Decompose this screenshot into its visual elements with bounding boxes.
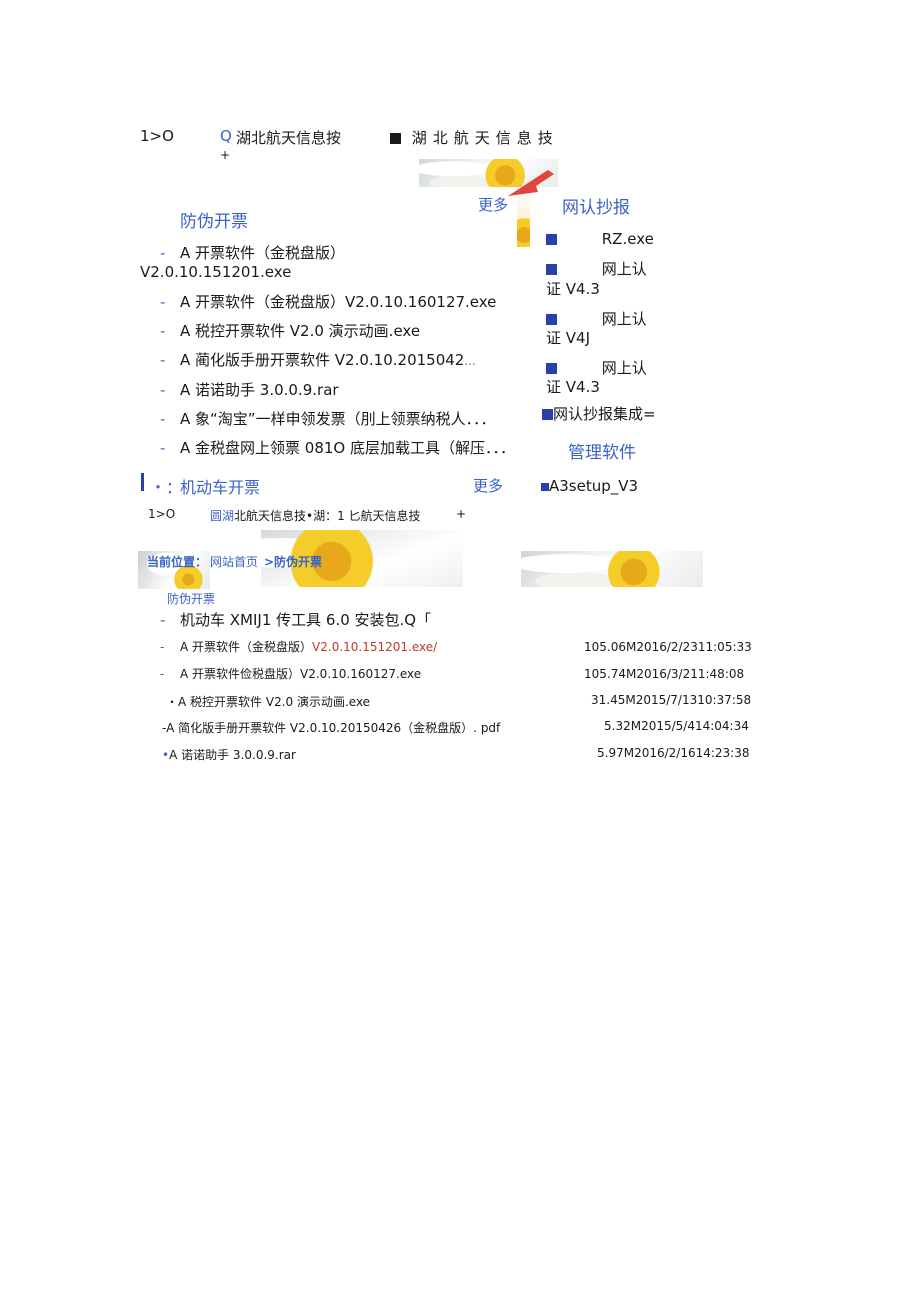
sidebar-item-line2[interactable]: 证 V4.3 [546,376,600,397]
list-item[interactable]: -A 税控开票软件 V2.0 演示动画.exe [160,320,420,341]
list-item[interactable]: -A 金税盘网上领票 081O 底层加载工具（解压．．． [160,437,515,458]
square-bullet-icon [546,234,557,245]
square-bullet-icon [546,314,557,325]
sidebar-item-line2[interactable]: 证 V4.3 [546,278,600,299]
file-meta: 5.97M2016/2/1614:23:38 [597,746,750,760]
file-row[interactable]: ・A 税控开票软件 V2.0 演示动画.exe [166,693,370,710]
section-marker [141,473,144,491]
breadcrumb-code: 1>O [148,507,176,521]
list-item[interactable]: -A 开票软件（金税盘版）V2.0.10.160127.exe [160,291,496,312]
file-row[interactable]: -A 简化版手册开票软件 V2.0.10.20150426（金税盘版）. pdf [162,719,500,736]
file-row[interactable]: -A 开票软件俭税盘版）V2.0.10.160127.exe [160,665,421,682]
list-item[interactable]: -A 开票软件（金税盘版） [160,242,345,263]
file-meta: 105.06M2016/2/2311:05:33 [584,640,752,654]
header-title-small: 湖北航天信息按 [236,129,342,147]
file-meta: 105.74M2016/3/211:48:08 [584,667,745,681]
list-item[interactable]: -A 象“淘宝”一样申领发票（刖上领票纳税人．．． [160,408,496,429]
square-bullet-icon [542,409,553,420]
sidebar-collection-item[interactable]: 网认抄报集成= [542,403,656,424]
more-link[interactable]: 更多 [473,475,503,496]
search-icon[interactable]: Q [220,127,232,145]
section-title-jidongche: 机动车开票 [180,478,261,497]
sidebar-item[interactable]: 网上认 [546,258,647,279]
location-current: >防伪开票 [264,555,323,569]
section2-prefix: ・： [150,478,183,497]
sidebar-item[interactable]: 网上认 [546,308,647,329]
more-link[interactable]: 更多 [478,194,508,215]
sidebar-item[interactable]: RZ.exe [546,230,654,248]
header-title-spaced: 湖北航天信息技 [390,127,559,148]
flower-banner-image [521,551,703,587]
header-plus: + [220,148,231,162]
file-row[interactable]: -A 开票软件（金税盘版）V2.0.10.151201.exe/ [160,638,437,655]
file-meta: 31.45M2015/7/1310:37:58 [591,693,752,707]
sidebar-item-line2[interactable]: 证 V4J [546,327,590,348]
section-title-fangwei: 防伪开票 [180,212,248,232]
square-bullet-icon [546,363,557,374]
breadcrumb-text: 圆湖北航天信息技•湖：1 匕航天信息技 [210,509,421,523]
location-home-link[interactable]: 网站首页 [210,553,258,570]
location-sub: 防伪开票 [167,592,216,606]
header-code: 1>O [140,127,174,145]
sidebar-title: 网认抄报 [562,198,630,218]
manage-software-item[interactable]: A3setup_V3 [541,477,638,495]
list-item[interactable]: -A 诺诺助手 3.0.0.9.rar [160,379,339,400]
file-row[interactable]: •A 诺诺助手 3.0.0.9.rar [162,746,296,763]
red-arrow-icon [508,170,554,196]
list-item[interactable]: -A 蔺化版手册开票软件 V2.0.10.2015042... [160,349,476,370]
file-meta: 5.32M2015/5/414:04:34 [604,719,749,733]
breadcrumb-plus: + [456,507,467,521]
square-bullet-icon [541,482,549,491]
header-title-spaced-text: 湖北航天信息技 [411,129,559,147]
square-bullet-icon [390,133,401,144]
square-bullet-icon [546,264,557,275]
sidebar-item[interactable]: 网上认 [546,357,647,378]
manage-software-title: 管理软件 [568,443,636,463]
file-row-first[interactable]: - 机动车 XMIJ1 传工具 6.0 安装包.Q「 [160,609,431,630]
location-label: 当前位置： [147,555,208,569]
list-item-continuation[interactable]: V2.0.10.151201.exe [140,263,291,281]
